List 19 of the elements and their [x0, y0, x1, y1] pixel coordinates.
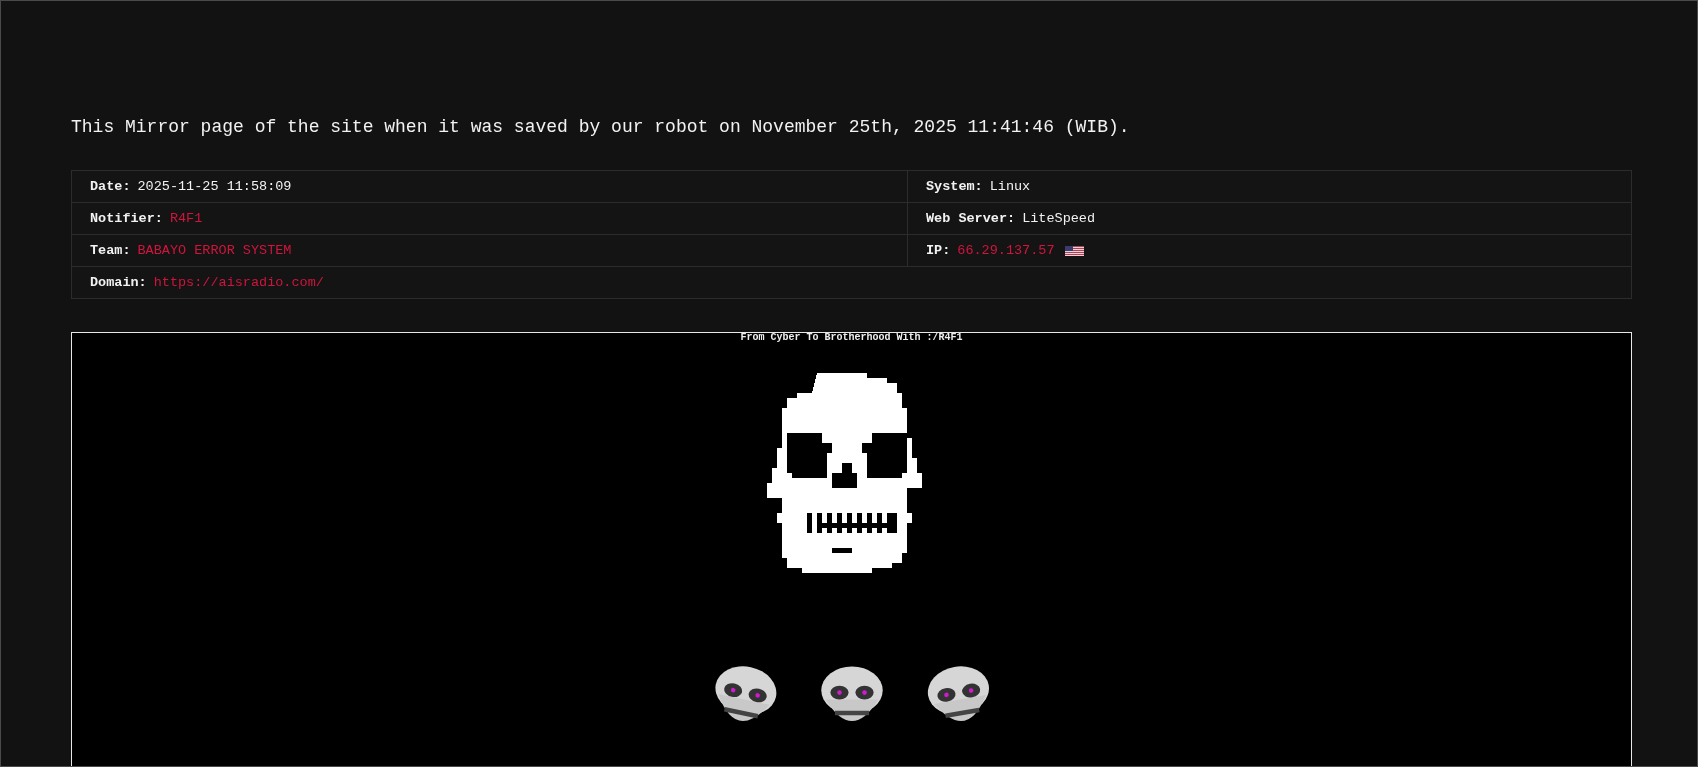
skull-drawing	[714, 666, 776, 721]
field-value: https://aisradio.com/	[153, 275, 324, 290]
field-value: 2025-11-25 11:58:09	[137, 179, 292, 194]
field-label: Domain:	[90, 275, 147, 290]
field-label: System:	[926, 179, 983, 194]
field-label: Team:	[90, 243, 131, 258]
skull-drawing	[820, 666, 883, 722]
field-label: IP:	[926, 243, 951, 258]
field-value: LiteSpeed	[1022, 211, 1096, 226]
field-value: BABAYO ERROR SYSTEM	[137, 243, 292, 258]
mirror-notice: This Mirror page of the site when it was saved by our robot on November 25th, 2025 11:41:46 (WIB).	[71, 117, 1131, 137]
field-value: 66.29.137.57	[957, 243, 1055, 258]
field-label: Date:	[90, 179, 131, 194]
skull-drawing	[927, 666, 989, 721]
field-value: R4F1	[169, 211, 203, 226]
field-label: Web Server:	[926, 211, 1016, 226]
field-value: Linux	[989, 179, 1031, 194]
caption-text: From Cyber To Brotherhood With :/R4F1	[740, 333, 963, 343]
field-label: Notifier:	[90, 211, 163, 226]
